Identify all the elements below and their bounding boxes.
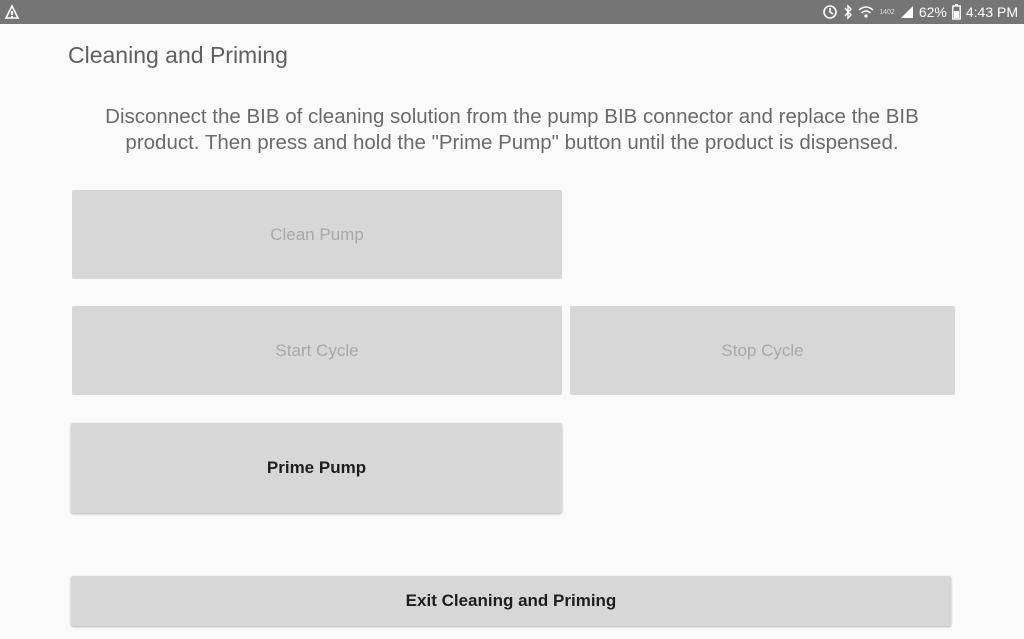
bluetooth-icon [843,4,853,20]
status-bar: 1402 62% 4:43 PM [0,0,1024,24]
battery-icon [951,4,961,20]
page-title: Cleaning and Priming [68,42,288,68]
start-cycle-button[interactable]: Start Cycle [72,306,562,395]
status-icons: 1402 62% 4:43 PM [822,3,1018,21]
network-label: 1402 [879,8,895,16]
prime-pump-button[interactable]: Prime Pump [71,423,562,513]
wifi-icon [858,4,874,20]
sync-icon [822,4,838,20]
stop-cycle-button[interactable]: Stop Cycle [570,306,955,395]
battery-percent: 62% [918,4,947,20]
clean-pump-button[interactable]: Clean Pump [72,190,562,279]
signal-icon [900,4,914,20]
clock: 4:43 PM [965,4,1018,20]
instructions-text: Disconnect the BIB of cleaning solution … [105,105,919,154]
exit-cleaning-priming-button[interactable]: Exit Cleaning and Priming [71,576,951,626]
notification-icon [4,3,20,21]
